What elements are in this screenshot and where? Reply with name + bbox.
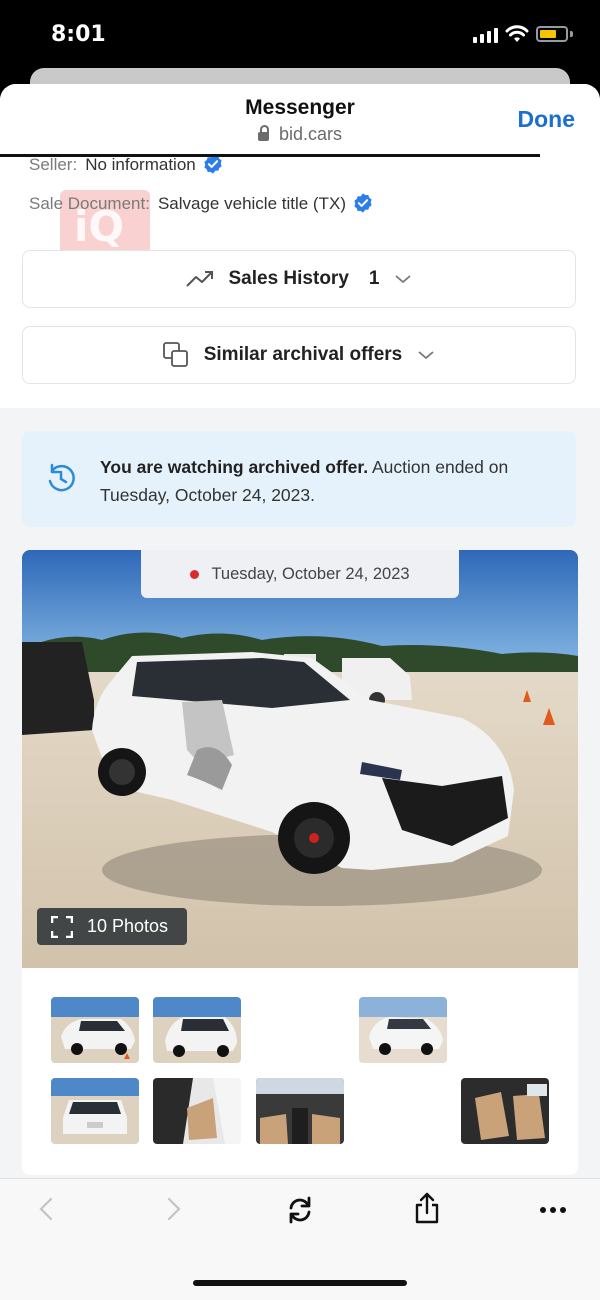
status-time: 8:01 bbox=[51, 22, 106, 47]
fullscreen-icon bbox=[51, 915, 73, 938]
photo-thumbnail[interactable] bbox=[461, 1078, 549, 1144]
view-photos-button[interactable]: 10 Photos bbox=[37, 908, 187, 945]
sale-document-row: Sale Document: Salvage vehicle title (TX) bbox=[29, 192, 374, 214]
similar-offers-accordion[interactable]: Similar archival offers bbox=[22, 326, 576, 384]
main-vehicle-photo[interactable]: Tuesday, October 24, 2023 10 Photos bbox=[22, 550, 578, 968]
cellular-signal-icon bbox=[473, 28, 498, 43]
url-bar[interactable]: bid.cars bbox=[0, 124, 600, 145]
wifi-icon bbox=[505, 25, 529, 42]
history-icon bbox=[48, 463, 75, 492]
seller-value: No information bbox=[85, 155, 196, 174]
share-icon[interactable] bbox=[414, 1191, 440, 1225]
status-dot bbox=[190, 569, 200, 579]
verified-icon bbox=[354, 193, 372, 213]
sale-document-label: Sale Document: bbox=[29, 194, 150, 213]
photo-gallery: Tuesday, October 24, 2023 10 Photos bbox=[22, 550, 578, 1175]
photo-thumbnail[interactable] bbox=[153, 1078, 241, 1144]
sales-history-count: 1 bbox=[368, 268, 380, 289]
sale-date-pill: Tuesday, October 24, 2023 bbox=[141, 550, 459, 598]
forward-icon[interactable] bbox=[164, 1195, 184, 1223]
browser-sheet: iQ Seller: No information Sale Document: S… bbox=[0, 84, 600, 1299]
loading-progress-line bbox=[0, 154, 540, 157]
sale-date: Tuesday, October 24, 2023 bbox=[211, 564, 410, 583]
status-bar: 8:01 bbox=[0, 0, 600, 70]
browser-header: Messenger bid.cars Done bbox=[0, 84, 600, 156]
notice-bold: You are watching archived offer. bbox=[100, 457, 369, 477]
sales-history-label: Sales History bbox=[228, 268, 349, 289]
more-icon[interactable] bbox=[540, 1206, 566, 1214]
trend-up-icon bbox=[185, 271, 213, 287]
sales-history-accordion[interactable]: Sales History 1 bbox=[22, 250, 576, 308]
photo-thumbnail[interactable] bbox=[153, 997, 241, 1063]
url-text: bid.cars bbox=[278, 124, 343, 144]
copy-icon bbox=[162, 342, 188, 367]
vehicle-details: iQ Seller: No information Sale Document: S… bbox=[0, 144, 600, 408]
archived-offer-notice: You are watching archived offer. Auction… bbox=[22, 431, 576, 527]
done-button[interactable]: Done bbox=[518, 106, 576, 133]
photo-thumbnail[interactable] bbox=[51, 997, 139, 1063]
seller-label: Seller: bbox=[29, 155, 78, 174]
page-title: Messenger bbox=[245, 96, 355, 119]
photo-thumbnail[interactable] bbox=[256, 1078, 344, 1144]
similar-offers-label: Similar archival offers bbox=[203, 344, 403, 365]
sale-document-value: Salvage vehicle title (TX) bbox=[157, 194, 346, 213]
photo-thumbnail[interactable] bbox=[51, 1078, 139, 1144]
notice-text: You are watching archived offer. Auction… bbox=[100, 453, 540, 509]
lock-icon bbox=[257, 125, 269, 141]
photo-thumbnail[interactable] bbox=[359, 997, 447, 1063]
home-indicator bbox=[193, 1280, 407, 1286]
chevron-down-icon bbox=[418, 351, 434, 360]
chevron-down-icon bbox=[395, 275, 412, 284]
vehicle-photo-image bbox=[22, 550, 578, 968]
photos-count-label: 10 Photos bbox=[87, 916, 169, 936]
back-icon[interactable] bbox=[36, 1195, 56, 1223]
battery-icon bbox=[536, 26, 568, 42]
reload-icon[interactable] bbox=[285, 1196, 315, 1224]
